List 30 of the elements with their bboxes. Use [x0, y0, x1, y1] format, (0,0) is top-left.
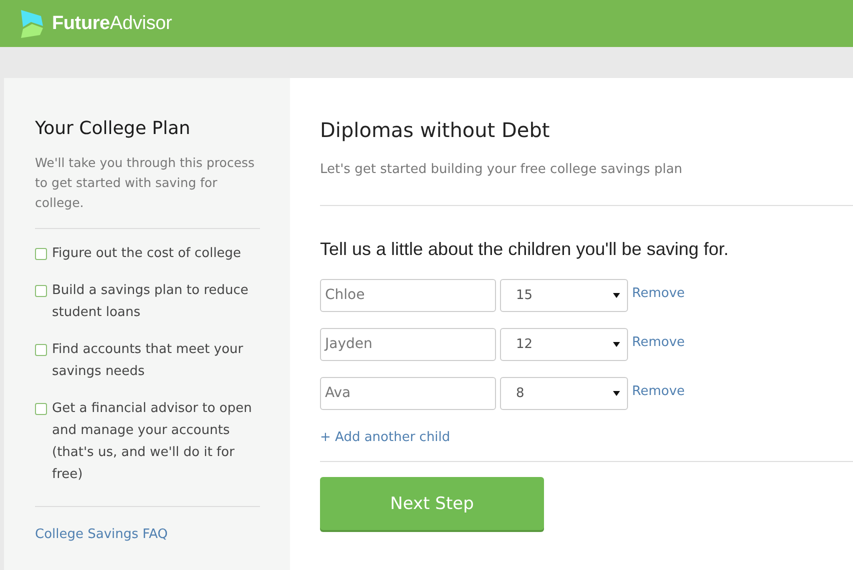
- checkbox[interactable]: [35, 285, 47, 297]
- name-field[interactable]: Ava: [320, 377, 496, 410]
- age-dropdown[interactable]: 12: [500, 328, 628, 361]
- sidebar-title: Your College Plan: [35, 118, 192, 139]
- step-label: Get a financial advisor to open and manage your accounts (that's us, and we'll do it for free): [52, 400, 253, 484]
- age-dropdown[interactable]: 8: [500, 377, 628, 410]
- step-label: Find accounts that meet your savings needs: [52, 341, 244, 381]
- remove-link[interactable]: Remove: [632, 384, 685, 398]
- faq-link[interactable]: College Savings FAQ: [35, 527, 168, 542]
- remove-link[interactable]: Remove: [632, 286, 685, 300]
- name-field[interactable]: Jayden: [320, 328, 496, 361]
- checkbox[interactable]: [35, 248, 47, 260]
- brand-name[interactable]: FutureAdvisor: [52, 12, 172, 34]
- caret-icon: [613, 293, 620, 298]
- step-label: Figure out the cost of college: [52, 245, 242, 263]
- checkbox[interactable]: [35, 403, 47, 415]
- question-heading: Tell us a little about the children you'll be saving for.: [320, 239, 730, 260]
- checkbox[interactable]: [35, 344, 47, 356]
- caret-icon: [613, 342, 620, 347]
- sidebar-intro: We'll take you through this process to get started with saving for college.: [35, 154, 256, 212]
- logo-icon: [19, 10, 45, 38]
- name-field[interactable]: Chloe: [320, 279, 496, 312]
- remove-link[interactable]: Remove: [632, 334, 685, 350]
- add-child-link[interactable]: + Add another child: [320, 430, 450, 445]
- age-dropdown[interactable]: 15: [500, 279, 628, 312]
- caret-icon: [613, 391, 620, 396]
- step-label: Build a savings plan to reduce student loans: [52, 282, 250, 322]
- page-subtitle: Let's get started building your free college savings plan: [320, 162, 684, 177]
- next-step-button[interactable]: Next Step: [320, 477, 544, 530]
- page-title: Diplomas without Debt: [320, 118, 551, 142]
